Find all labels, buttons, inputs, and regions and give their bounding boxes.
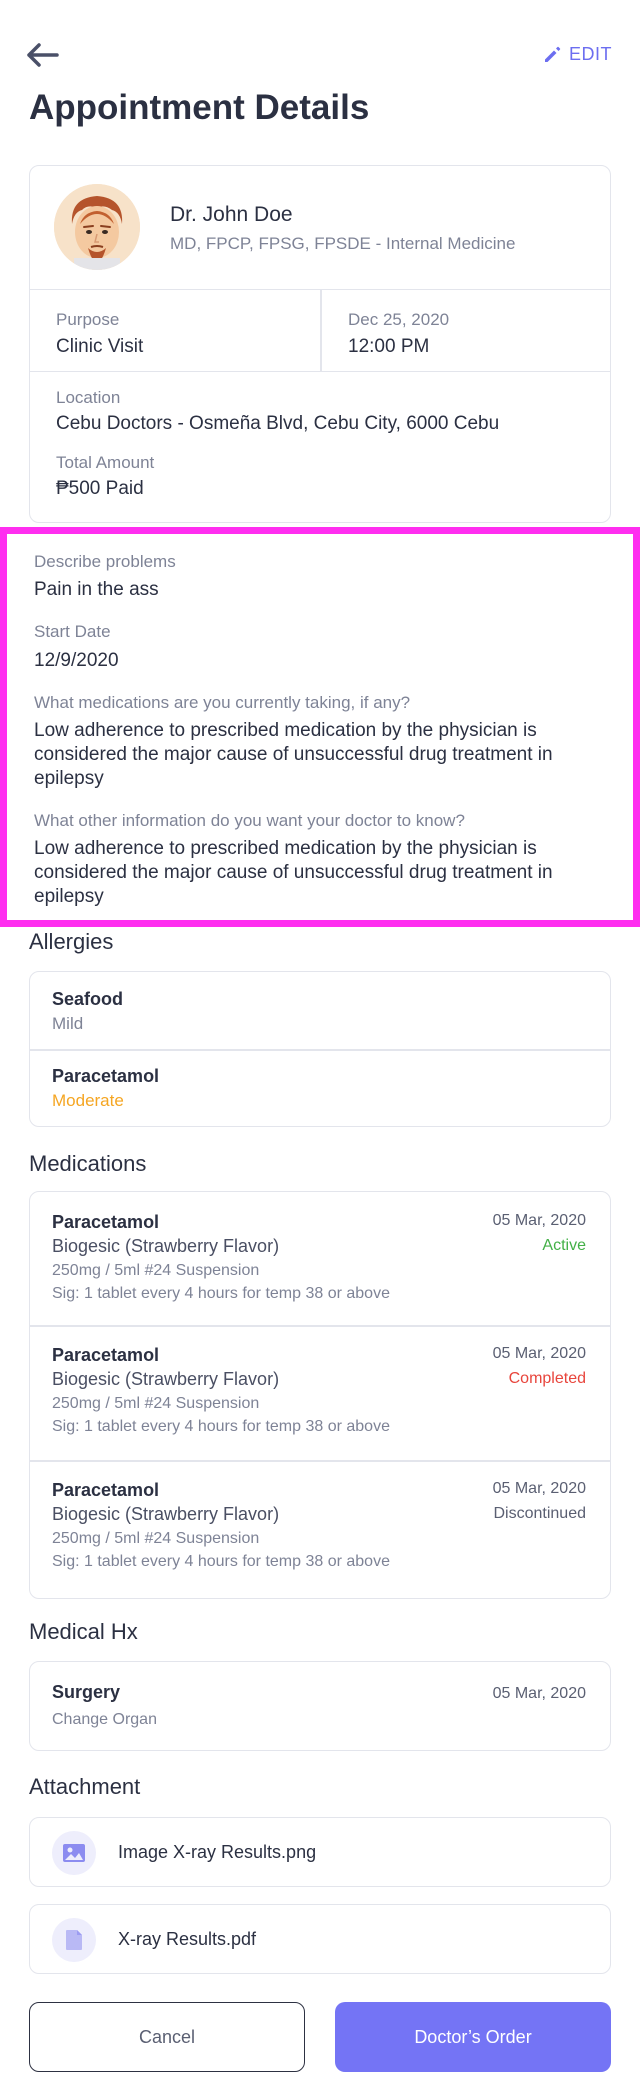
edit-button[interactable]: EDIT: [543, 44, 612, 65]
doctor-header: Dr. John Doe MD, FPCP, FPSG, FPSDE - Int…: [30, 166, 610, 290]
medication-status: Completed: [508, 1370, 586, 1387]
medication-sig: Sig: 1 tablet every 4 hours for temp 38 …: [52, 1553, 390, 1570]
medication-brand: Biogesic (Strawberry Flavor): [52, 1504, 280, 1524]
purpose-label: Purpose: [56, 310, 120, 329]
medication-brand: Biogesic (Strawberry Flavor): [52, 1236, 280, 1256]
medications-card: Paracetamol Biogesic (Strawberry Flavor)…: [29, 1191, 611, 1599]
medication-status: Discontinued: [493, 1505, 587, 1522]
medical-hx-card: Surgery Change Organ 05 Mar, 2020: [29, 1661, 611, 1751]
medication-dose: 250mg / 5ml #24 Suspension: [52, 1530, 260, 1547]
column-divider: [320, 290, 322, 372]
row-divider: [30, 1325, 610, 1327]
medication-dose: 250mg / 5ml #24 Suspension: [52, 1262, 260, 1279]
start-date-value: 12/9/2020: [34, 650, 119, 671]
other-info-answer: Low adherence to prescribed medication b…: [34, 838, 553, 907]
location-value: Cebu Doctors - Osmeña Blvd, Cebu City, 6…: [56, 413, 500, 434]
cancel-button[interactable]: Cancel: [29, 2002, 305, 2072]
medication-status: Active: [542, 1237, 586, 1254]
medical-hx-detail: Change Organ: [52, 1711, 157, 1728]
attachment-name: X-ray Results.pdf: [118, 1929, 257, 1949]
highlighted-details: Describe problems Pain in the ass Start …: [0, 527, 640, 927]
medical-hx-title: Medical Hx: [29, 1619, 138, 1644]
image-icon: [52, 1831, 96, 1875]
other-info-question: What other information do you want your …: [34, 811, 465, 830]
attachment-item[interactable]: Image X-ray Results.png: [29, 1817, 611, 1887]
doctor-card: Dr. John Doe MD, FPCP, FPSG, FPSDE - Int…: [29, 165, 611, 523]
avatar: [54, 184, 140, 270]
medications-title: Medications: [29, 1151, 147, 1176]
medical-hx-date: 05 Mar, 2020: [492, 1685, 586, 1702]
medication-date: 05 Mar, 2020: [492, 1480, 586, 1497]
medication-sig: Sig: 1 tablet every 4 hours for temp 38 …: [52, 1285, 390, 1302]
allergy-severity: Moderate: [52, 1091, 124, 1110]
medication-date: 05 Mar, 2020: [492, 1345, 586, 1362]
page-title: Appointment Details: [29, 88, 370, 127]
allergies-card: Seafood Mild Paracetamol Moderate: [29, 971, 611, 1127]
allergy-severity: Mild: [52, 1014, 84, 1033]
appointment-time: 12:00 PM: [348, 336, 430, 357]
medication-name: Paracetamol: [52, 1480, 160, 1500]
edit-label: EDIT: [568, 44, 612, 64]
medication-dose: 250mg / 5ml #24 Suspension: [52, 1395, 260, 1412]
pencil-icon: [544, 46, 561, 62]
medication-name: Paracetamol: [52, 1212, 160, 1232]
medication-date: 05 Mar, 2020: [492, 1212, 586, 1229]
attachment-title: Attachment: [29, 1774, 141, 1799]
amount-value: ₱500 Paid: [56, 478, 144, 499]
doctors-order-button[interactable]: Doctor’s Order: [335, 2002, 611, 2072]
attachment-name: Image X-ray Results.png: [118, 1842, 317, 1862]
location-label: Location: [56, 388, 121, 407]
medication-name: Paracetamol: [52, 1345, 160, 1365]
medications-answer: Low adherence to prescribed medication b…: [34, 720, 553, 789]
medication-brand: Biogesic (Strawberry Flavor): [52, 1369, 280, 1389]
medical-hx-name: Surgery: [52, 1682, 121, 1702]
amount-label: Total Amount: [56, 453, 155, 472]
attachment-item[interactable]: X-ray Results.pdf: [29, 1904, 611, 1974]
problem-label: Describe problems: [34, 552, 176, 571]
allergies-title: Allergies: [29, 929, 114, 954]
doctor-name: Dr. John Doe: [170, 203, 293, 226]
row-divider: [30, 1049, 610, 1051]
start-date-label: Start Date: [34, 622, 111, 641]
appointment-date: Dec 25, 2020: [348, 310, 450, 329]
purpose-date-row: Purpose Clinic Visit Dec 25, 2020 12:00 …: [30, 290, 610, 372]
purpose-value: Clinic Visit: [56, 336, 144, 357]
doctor-credentials: MD, FPCP, FPSG, FPSDE - Internal Medicin…: [170, 234, 516, 253]
problem-value: Pain in the ass: [34, 579, 159, 600]
medication-sig: Sig: 1 tablet every 4 hours for temp 38 …: [52, 1418, 390, 1435]
allergy-name: Paracetamol: [52, 1066, 160, 1086]
file-icon: [52, 1918, 96, 1962]
back-arrow-icon[interactable]: [24, 40, 60, 70]
row-divider: [30, 1460, 610, 1462]
medications-question: What medications are you currently takin…: [34, 693, 411, 712]
allergy-name: Seafood: [52, 989, 124, 1009]
